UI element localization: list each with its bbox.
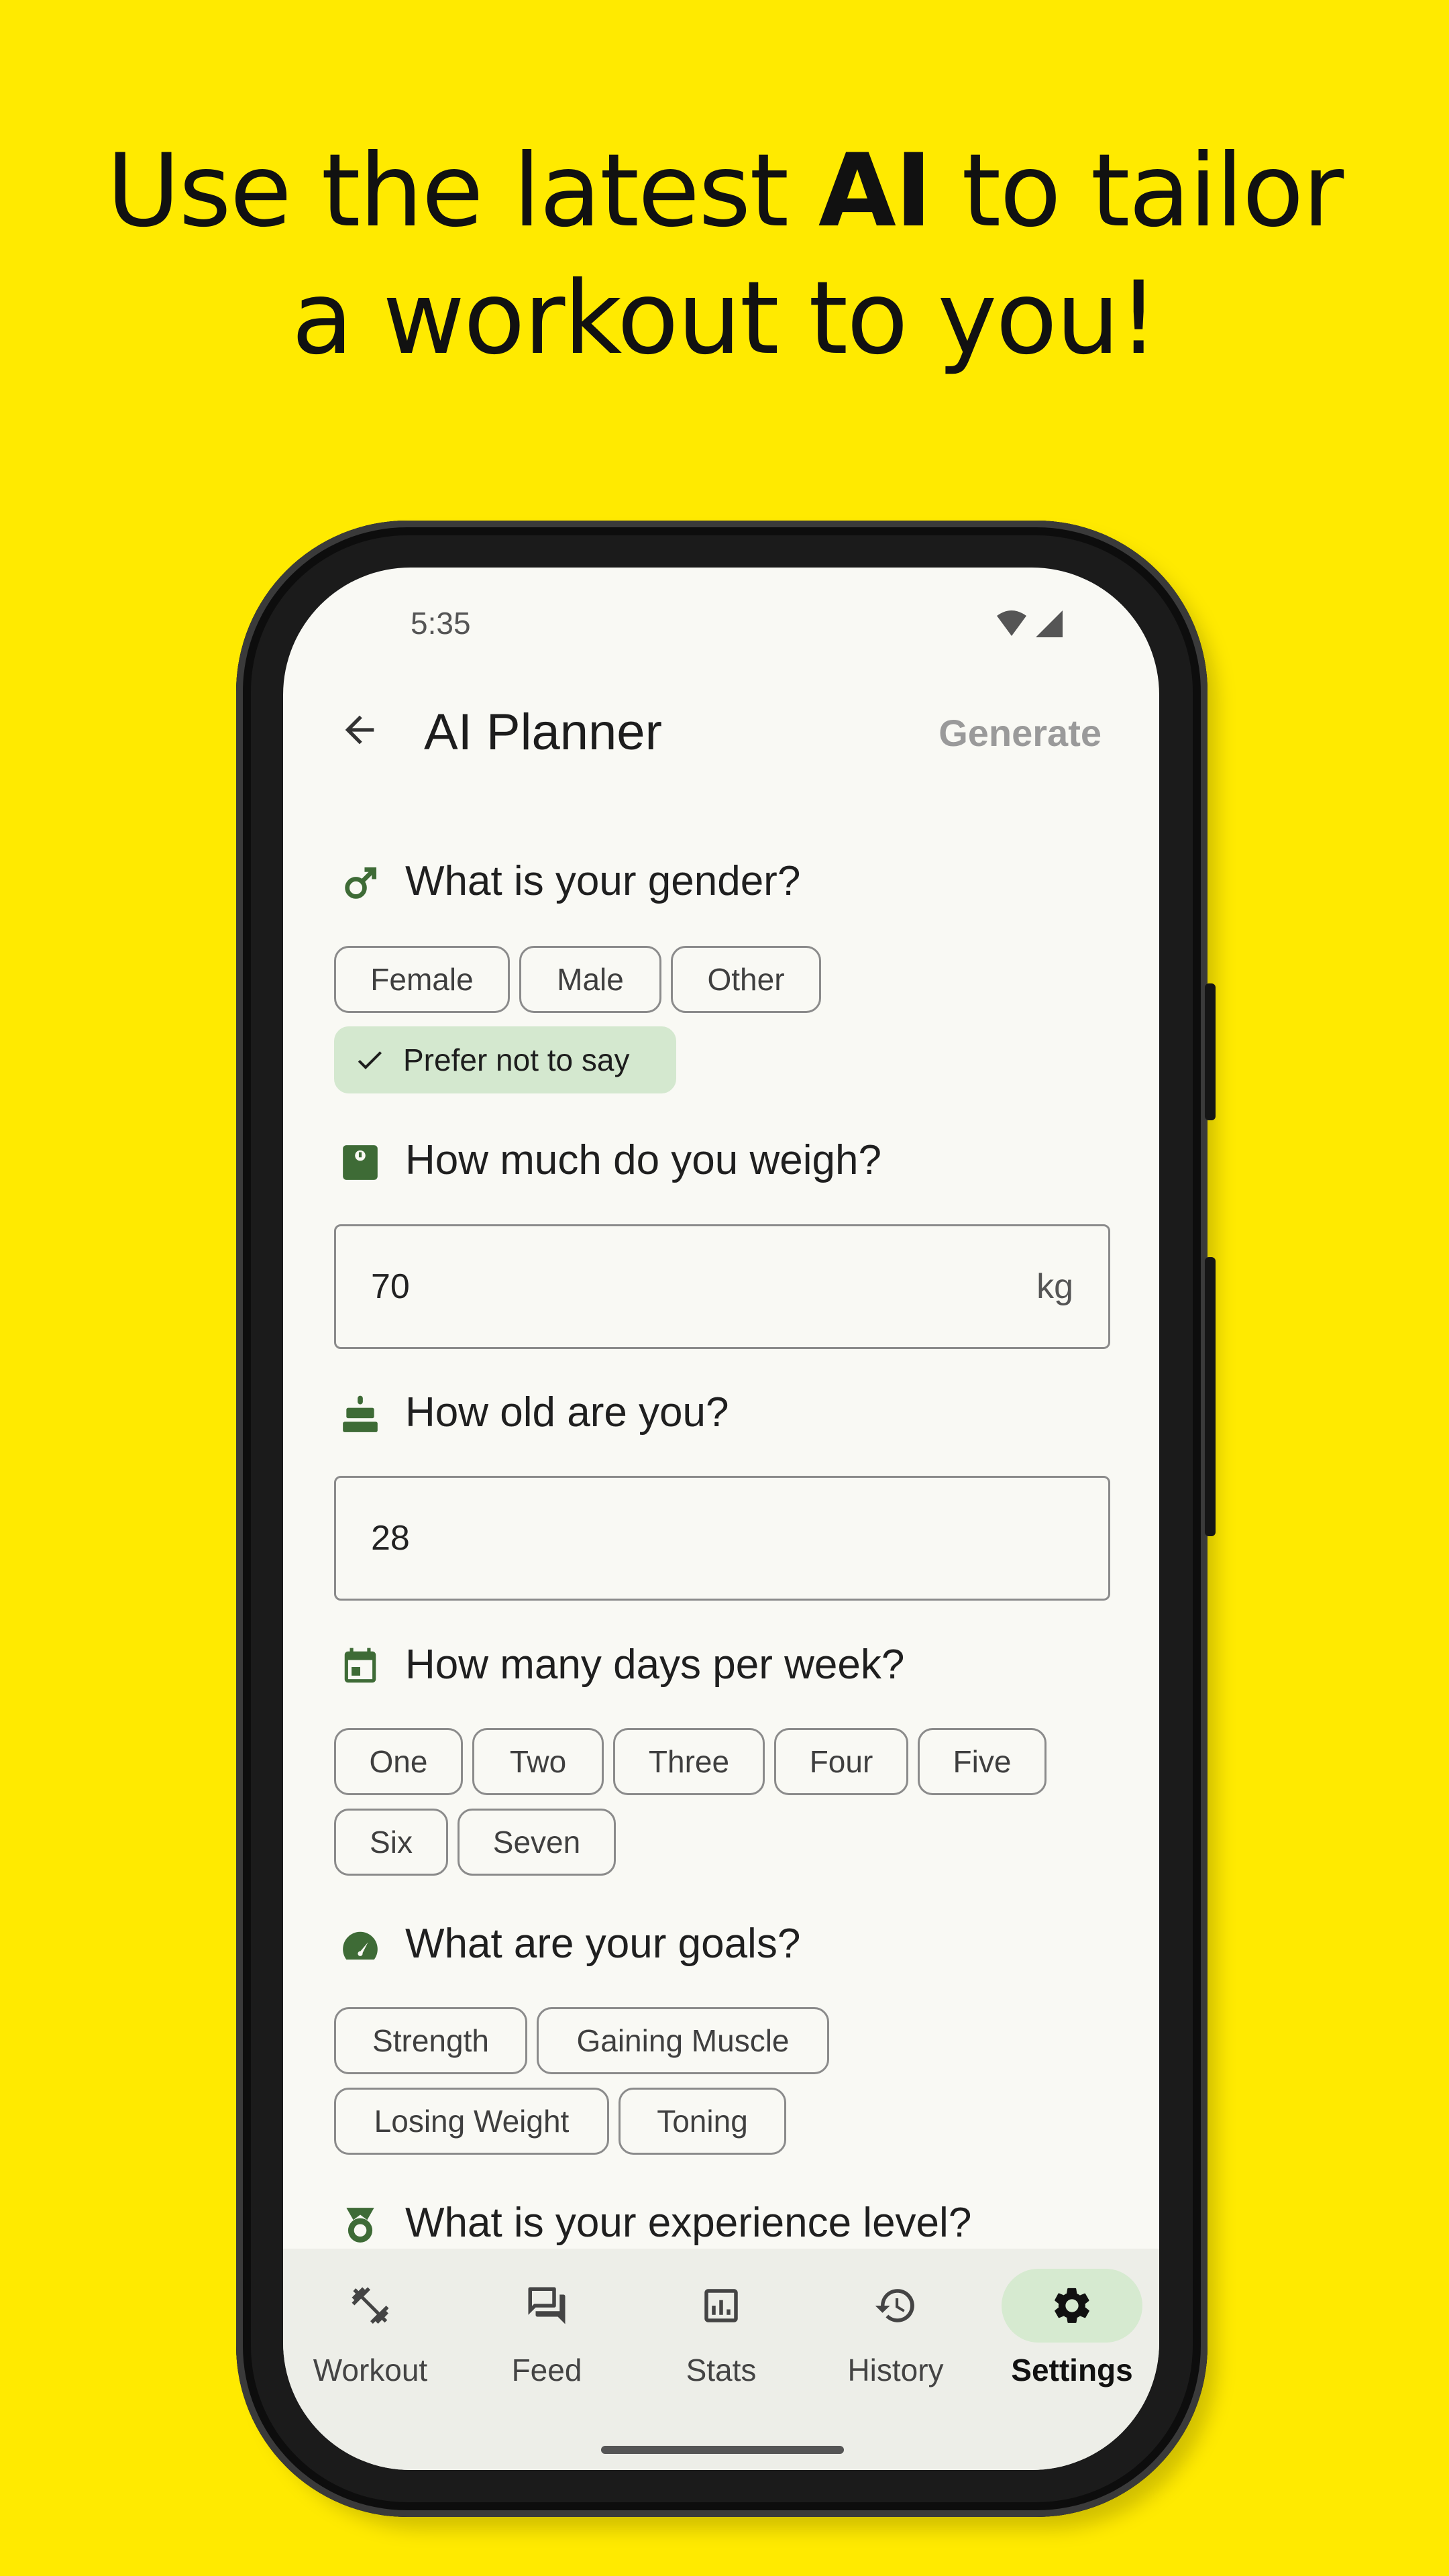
chip-goal-losing-weight[interactable]: Losing Weight (334, 2088, 609, 2155)
generate-button[interactable]: Generate (938, 711, 1102, 755)
nav-item-feed[interactable]: Feed (460, 2269, 634, 2403)
headline-line-2: a workout to you! (291, 260, 1159, 377)
nav-item-workout[interactable]: Workout (283, 2269, 458, 2403)
weight-value: 70 (371, 1267, 410, 1306)
medal-icon (346, 2208, 374, 2243)
age-field[interactable]: 28 (334, 1476, 1110, 1601)
nav-item-history[interactable]: History (808, 2269, 983, 2403)
wifi-icon (997, 610, 1026, 636)
arrow-back-icon[interactable] (338, 708, 381, 751)
chip-goal-strength[interactable]: Strength (334, 2007, 527, 2074)
gender-question: What is your gender? (405, 858, 801, 904)
nav-icon-container (476, 2269, 617, 2343)
chip-gender-prefer-not-to-say[interactable]: Prefer not to say (334, 1026, 676, 1093)
goals-question: What are your goals? (405, 1921, 801, 1967)
nav-icon-container (651, 2269, 792, 2343)
male-icon (345, 867, 377, 899)
chip-days-three[interactable]: Three (613, 1728, 765, 1795)
nav-label-workout: Workout (313, 2353, 428, 2387)
dumbbell-icon (352, 2287, 389, 2324)
experience-question: What is your experience level? (405, 2200, 972, 2246)
home-indicator[interactable] (601, 2446, 844, 2454)
headline: Use the latest AI to tailor a workout to… (0, 127, 1449, 382)
history-icon (875, 2289, 914, 2322)
chip-gender-female[interactable]: Female (334, 946, 510, 1013)
weight-unit: kg (1036, 1267, 1073, 1306)
nav-label-settings: Settings (1011, 2353, 1133, 2387)
gear-icon (1055, 2288, 1089, 2323)
weight-question: How much do you weigh? (405, 1137, 881, 1183)
chip-days-five[interactable]: Five (918, 1728, 1046, 1795)
calendar-icon (344, 1648, 376, 1683)
nav-icon-container (300, 2269, 441, 2343)
chip-gender-other[interactable]: Other (671, 946, 821, 1013)
chip-days-four[interactable]: Four (774, 1728, 908, 1795)
page-title: AI Planner (424, 704, 662, 761)
forum-icon (528, 2287, 566, 2324)
chip-days-seven[interactable]: Seven (458, 1809, 616, 1876)
nav-label-stats: Stats (686, 2353, 757, 2387)
phone-screen: 5:35 AI Planner Generate What is your ge… (283, 568, 1159, 2470)
nav-item-stats[interactable]: Stats (634, 2269, 808, 2403)
chip-days-two[interactable]: Two (472, 1728, 604, 1795)
age-question: How old are you? (405, 1389, 729, 1436)
check-icon (358, 1051, 382, 1069)
nav-icon-container (825, 2269, 966, 2343)
app-bar: AI Planner Generate (283, 688, 1159, 769)
weight-field[interactable]: 70 kg (334, 1224, 1110, 1349)
chip-gender-male[interactable]: Male (519, 946, 661, 1013)
chip-label: Prefer not to say (403, 1042, 630, 1077)
nav-icon-container-active (1002, 2269, 1142, 2343)
status-time: 5:35 (411, 606, 471, 641)
days-question: How many days per week? (405, 1642, 905, 1688)
chart-icon (704, 2289, 738, 2322)
age-value: 28 (371, 1519, 410, 1558)
headline-line-1: Use the latest AI to tailor (0, 127, 1449, 255)
nav-label-feed: Feed (511, 2353, 582, 2387)
speedometer-icon (343, 1931, 378, 1960)
chip-days-six[interactable]: Six (334, 1809, 448, 1876)
cake-icon (343, 1395, 378, 1432)
nav-label-history: History (847, 2353, 944, 2387)
headline-text-pre: Use the latest (106, 133, 818, 250)
bottom-navigation: Workout Feed Stats History Settings (283, 2249, 1159, 2470)
headline-text-bold: AI (818, 133, 932, 250)
chip-goal-gaining-muscle[interactable]: Gaining Muscle (537, 2007, 829, 2074)
scale-icon (343, 1145, 378, 1180)
status-icons (997, 610, 1063, 637)
chip-goal-toning[interactable]: Toning (619, 2088, 786, 2155)
phone-volume-button (1205, 1257, 1216, 1536)
chip-days-one[interactable]: One (334, 1728, 463, 1795)
nav-item-settings[interactable]: Settings (985, 2269, 1159, 2403)
headline-text-post: to tailor (930, 133, 1344, 250)
phone-power-button (1205, 983, 1216, 1120)
signal-icon (1036, 610, 1063, 637)
